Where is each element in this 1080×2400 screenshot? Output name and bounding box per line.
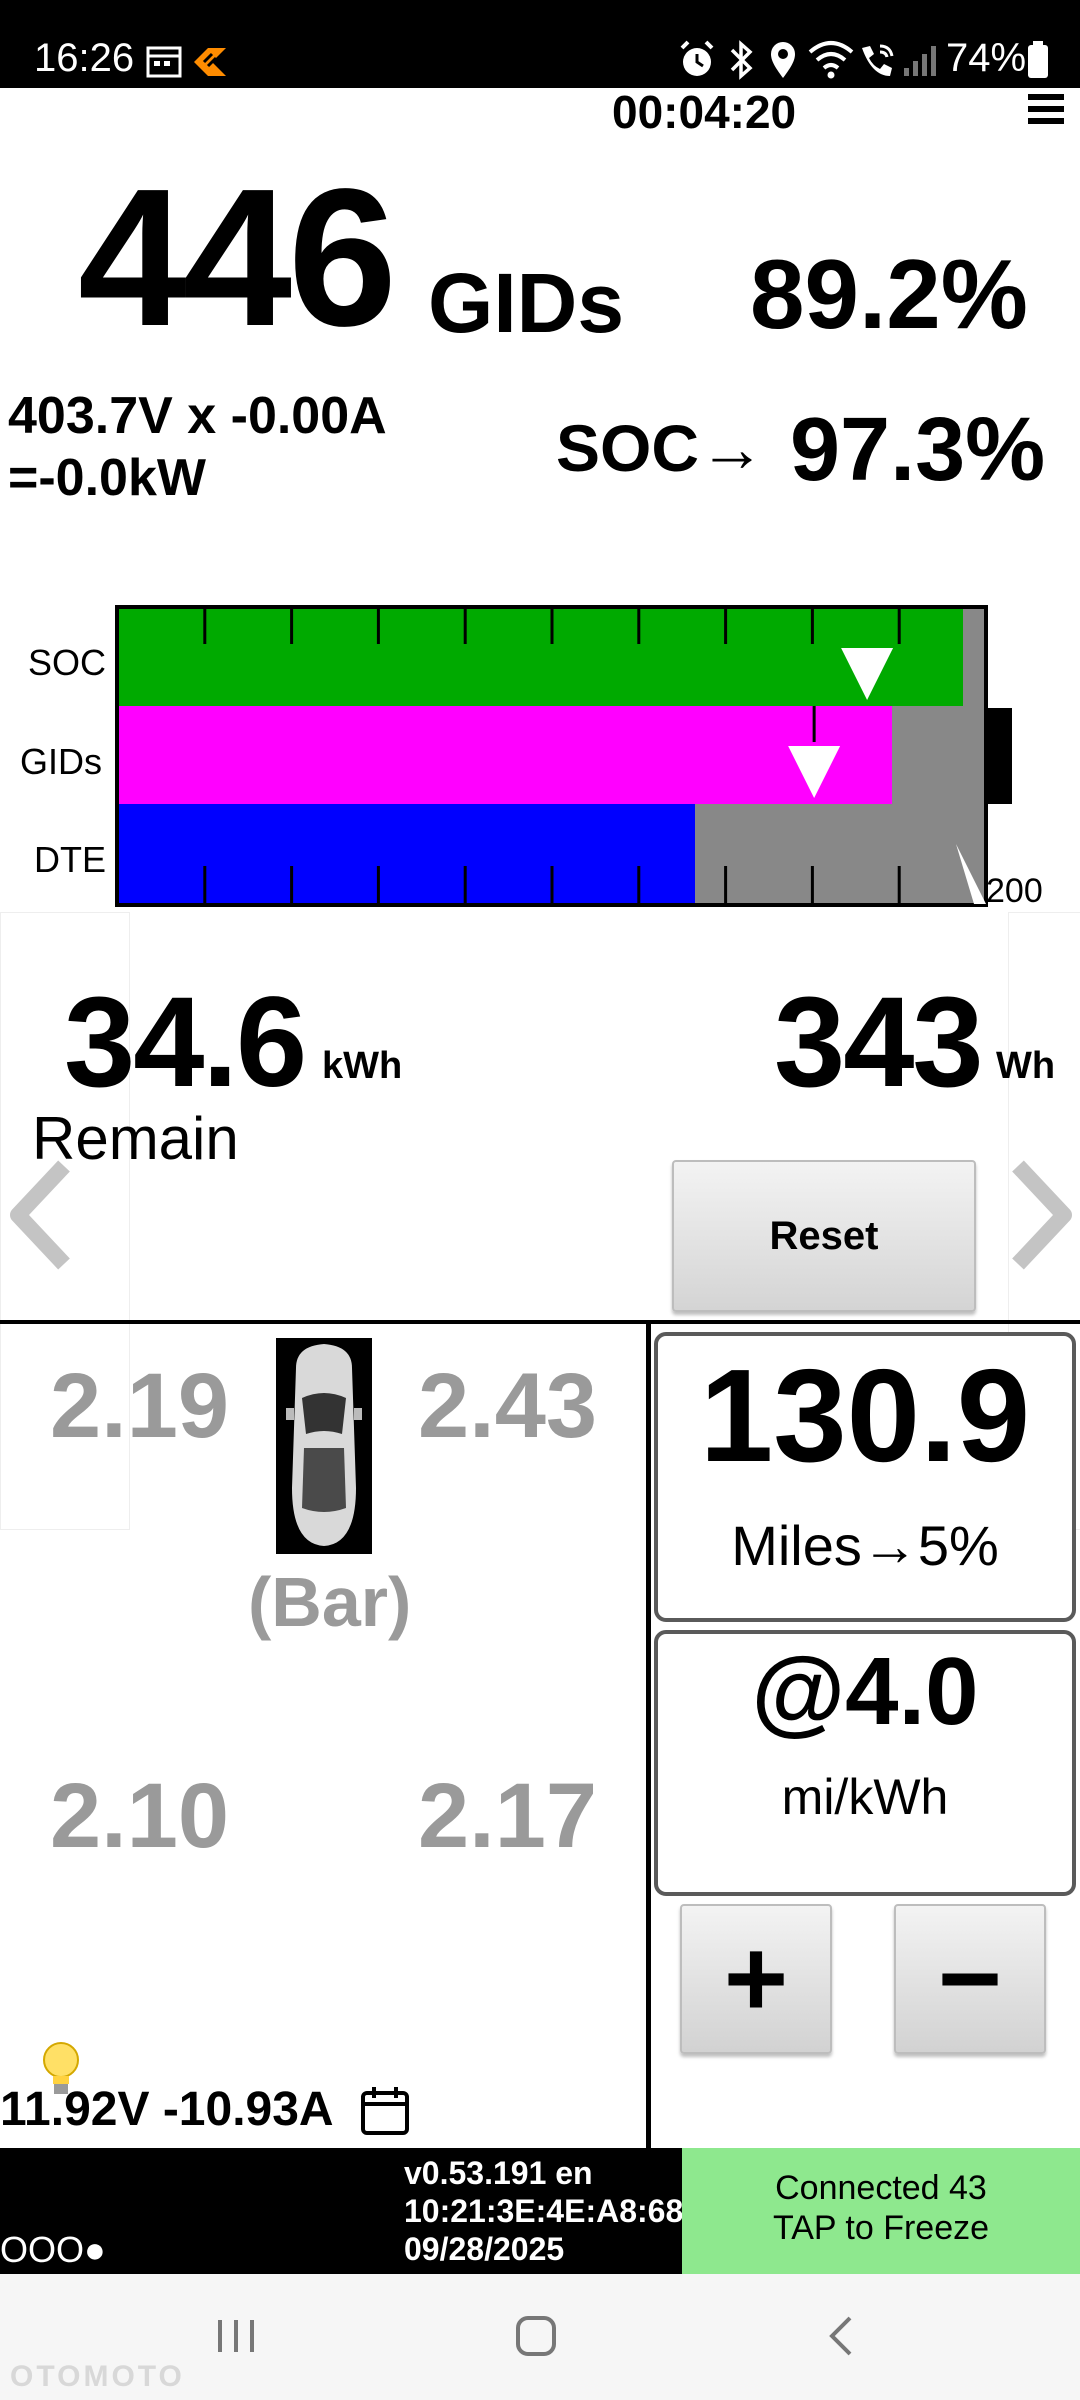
battery-icon [1028, 41, 1048, 78]
reset-button[interactable]: Reset [672, 1160, 976, 1312]
tire-pressure-rear-left: 2.10 [50, 1765, 230, 1867]
soc-percent: 97.3% [790, 400, 1046, 500]
home-icon[interactable] [506, 2306, 566, 2366]
chevron-right-icon[interactable] [1006, 1160, 1076, 1270]
efficiency-value: @4.0 [751, 1638, 979, 1745]
connection-status-text: Connected 43 [775, 2169, 987, 2207]
pack-power: =-0.0kW [8, 449, 206, 507]
footer-status-dots: OOO● [0, 2229, 106, 2270]
pack-voltage-current: 403.7V x -0.00A [8, 387, 387, 445]
efficiency-unit: mi/kWh [781, 1769, 949, 1825]
status-time: 16:26 [34, 36, 135, 80]
location-icon [771, 42, 795, 78]
wifi-call-icon [862, 44, 894, 76]
trip-timer: 00:04:20 [612, 86, 797, 138]
gids-value: 446 [78, 148, 397, 367]
signal-icon [904, 46, 936, 76]
gids-unit: GIDs [428, 256, 625, 350]
remaining-energy-unit: kWh [322, 1045, 403, 1087]
column-divider [646, 1322, 651, 2148]
bar-label-soc: SOC [28, 642, 107, 683]
alarm-icon [680, 40, 714, 76]
calendar-icon [146, 46, 182, 78]
menu-icon[interactable] [1028, 92, 1064, 126]
wifi-icon [808, 41, 854, 79]
gids-percent: 89.2% [750, 239, 1028, 349]
soc-label: SOC→ [556, 411, 766, 485]
soc-bar-fill [118, 608, 963, 706]
bluetooth-icon [730, 40, 753, 80]
tire-pressure-rear-right: 2.17 [418, 1765, 598, 1867]
battery-bar-gauge [115, 605, 1012, 907]
chevron-left-icon[interactable] [6, 1160, 76, 1270]
app-version: v0.53.191 en [404, 2155, 593, 2191]
section-divider [0, 1320, 1080, 1324]
bar-label-dte: DTE [34, 839, 106, 880]
bar-label-gids: GIDs [20, 741, 103, 782]
tire-pressure-front-right: 2.43 [418, 1355, 598, 1457]
freeze-hint-text: TAP to Freeze [772, 2209, 990, 2247]
decrease-efficiency-button[interactable]: − [894, 1904, 1046, 2054]
used-energy-unit: Wh [996, 1045, 1056, 1087]
calendar-icon [361, 2087, 409, 2135]
device-mac-address: 10:21:3E:4E:A8:68 [404, 2193, 682, 2229]
tire-pressure-front-left: 2.19 [50, 1355, 230, 1457]
status-battery-percent: 74% [946, 36, 1027, 80]
battery-terminal [986, 708, 1012, 804]
range-value: 130.9 [699, 1342, 1031, 1489]
back-icon[interactable] [812, 2306, 872, 2366]
gids-bar-fill [118, 706, 892, 804]
used-energy-value: 343 [774, 971, 984, 1114]
increase-efficiency-button[interactable]: + [680, 1904, 832, 2054]
app-badge-icon [194, 48, 226, 76]
footer-date: 09/28/2025 [404, 2231, 565, 2267]
aux-battery-reading: 11.92V -10.93A [0, 2083, 334, 2136]
car-top-view-icon [276, 1338, 372, 1554]
pressure-unit-label: (Bar) [248, 1563, 412, 1641]
dte-scale-label: 200 [986, 872, 1043, 910]
recents-icon[interactable] [206, 2306, 266, 2366]
range-unit: Miles→5% [731, 1514, 999, 1577]
remaining-energy-value: 34.6 [64, 971, 307, 1114]
watermark-logo: OTOMOTO [10, 2360, 185, 2393]
